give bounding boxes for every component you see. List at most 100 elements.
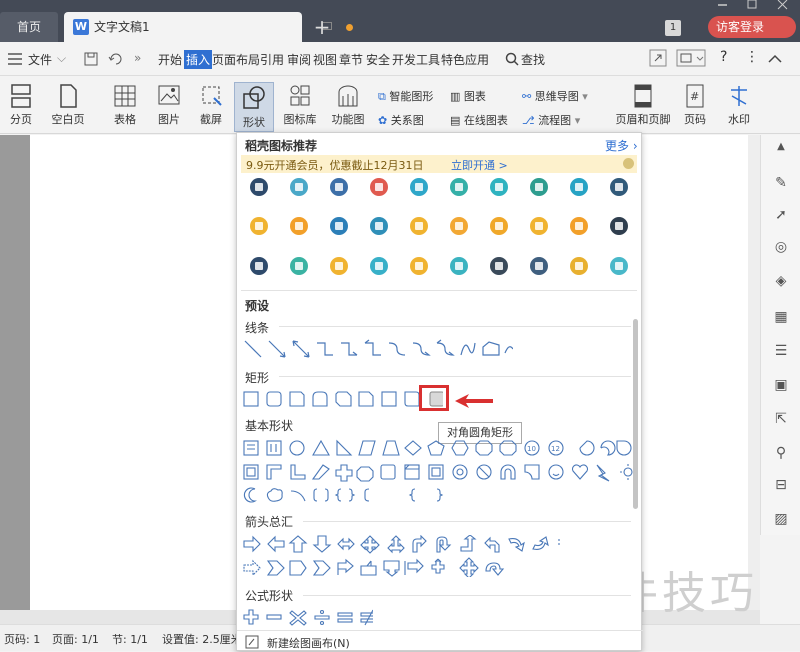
- recommended-icon[interactable]: [570, 217, 588, 235]
- screenshot-button[interactable]: 截屏: [194, 84, 228, 127]
- page-break-button[interactable]: 分页: [4, 84, 38, 127]
- recommended-icon[interactable]: [330, 178, 348, 196]
- menu-search[interactable]: 查找: [521, 51, 545, 68]
- recommended-icon[interactable]: [530, 178, 548, 196]
- menu-view[interactable]: 视图: [313, 51, 337, 68]
- picture-icon[interactable]: ▣: [771, 377, 791, 397]
- recommended-icon[interactable]: [250, 217, 268, 235]
- recommended-icon[interactable]: [490, 217, 508, 235]
- picture-button[interactable]: 图片: [152, 84, 186, 127]
- more-link[interactable]: 更多 ›: [605, 137, 638, 154]
- menu-developer[interactable]: 开发工具: [392, 51, 440, 68]
- hamburger-icon[interactable]: [8, 53, 22, 65]
- recommended-icon[interactable]: [370, 257, 388, 275]
- undo-icon[interactable]: [108, 52, 122, 66]
- shapes-icon[interactable]: ◎: [771, 239, 791, 259]
- tab-home[interactable]: 首页: [0, 12, 58, 42]
- relation-chart-button[interactable]: ✿ 关系图: [378, 112, 424, 128]
- menu-review[interactable]: 审阅: [287, 51, 311, 68]
- collapse-ribbon-icon[interactable]: [768, 54, 782, 64]
- recommended-icon[interactable]: [290, 257, 308, 275]
- smart-art-button[interactable]: ⧉ 智能图形: [378, 88, 433, 104]
- new-tab-button[interactable]: +: [312, 12, 332, 42]
- recommended-icon[interactable]: [410, 178, 428, 196]
- window-count-badge[interactable]: 1: [665, 20, 681, 36]
- menu-security[interactable]: 安全: [366, 51, 390, 68]
- menu-special[interactable]: 特色应用: [441, 51, 489, 68]
- online-chart-button[interactable]: ▤ 在线图表: [450, 112, 508, 128]
- export-icon[interactable]: ⇱: [771, 411, 791, 431]
- close-icon[interactable]: [623, 158, 634, 169]
- mind-map-button[interactable]: ⚯ 思维导图 ▾: [522, 88, 588, 104]
- shape-button[interactable]: 形状: [234, 82, 274, 132]
- promo-link[interactable]: 立即开通 >: [451, 157, 508, 173]
- menu-page-layout[interactable]: 页面布局: [212, 51, 260, 68]
- recommended-icon[interactable]: [250, 178, 268, 196]
- menu-insert[interactable]: 插入: [184, 50, 213, 69]
- recommended-icon[interactable]: [410, 217, 428, 235]
- recommended-icon[interactable]: [610, 217, 628, 235]
- recommended-icon[interactable]: [370, 217, 388, 235]
- search-icon[interactable]: [505, 52, 519, 66]
- formula-shapes-row[interactable]: [243, 609, 373, 627]
- blank-page-button[interactable]: 空白页: [46, 84, 90, 127]
- chart-button[interactable]: ▥ 图表: [450, 88, 486, 104]
- function-chart-button[interactable]: 功能图: [326, 84, 370, 127]
- recommended-icon[interactable]: [450, 178, 468, 196]
- recommended-icon[interactable]: [530, 217, 548, 235]
- table-icon[interactable]: ▦: [771, 309, 791, 329]
- table-button[interactable]: 表格: [108, 84, 142, 127]
- recommended-icon[interactable]: [490, 178, 508, 196]
- recommended-icon[interactable]: [570, 178, 588, 196]
- recommended-icon[interactable]: [290, 217, 308, 235]
- select-cursor-icon[interactable]: ➚: [771, 207, 791, 227]
- menu-section[interactable]: 章节: [339, 51, 363, 68]
- chevron-down-icon[interactable]: ⌵: [57, 51, 66, 66]
- recommended-icon[interactable]: [290, 178, 308, 196]
- recommended-icon[interactable]: [490, 257, 508, 275]
- recommended-icon[interactable]: [330, 257, 348, 275]
- page-number-button[interactable]: # 页码: [678, 84, 712, 127]
- translate-icon[interactable]: ⚲: [771, 445, 791, 465]
- login-button[interactable]: 访客登录: [708, 16, 796, 38]
- recommended-icon[interactable]: [410, 257, 428, 275]
- tab-document[interactable]: W 文字文稿1: [64, 12, 353, 42]
- cloud-sync-icon[interactable]: [676, 49, 706, 67]
- recommended-icon[interactable]: [450, 257, 468, 275]
- share-icon[interactable]: [649, 49, 667, 67]
- menu-reference[interactable]: 引用: [260, 51, 284, 68]
- help-icon[interactable]: ?: [720, 49, 727, 65]
- arrow-shapes-grid[interactable]: [243, 535, 573, 577]
- watermark-button[interactable]: 水印: [722, 84, 756, 127]
- scroll-up-icon[interactable]: ▲: [771, 141, 791, 161]
- archive-icon[interactable]: ⊟: [771, 477, 791, 497]
- save-icon[interactable]: [84, 52, 98, 66]
- new-canvas-option[interactable]: 新建绘图画布(N): [237, 630, 643, 652]
- more-options-icon[interactable]: ⋮: [745, 49, 759, 65]
- menu-start[interactable]: 开始: [158, 51, 182, 68]
- recommended-icon[interactable]: [450, 217, 468, 235]
- bent-up-arrow-shape: [484, 536, 500, 553]
- recommended-icon[interactable]: [610, 257, 628, 275]
- recommended-icon[interactable]: [250, 257, 268, 275]
- recommended-icon[interactable]: [330, 217, 348, 235]
- rect-shapes-row[interactable]: [243, 391, 443, 407]
- image-icon[interactable]: ▨: [771, 511, 791, 531]
- style-icon[interactable]: ◈: [771, 273, 791, 293]
- vertical-scrollbar[interactable]: [748, 135, 760, 610]
- window-controls[interactable]: [700, 0, 800, 12]
- recommended-icon[interactable]: [370, 178, 388, 196]
- icon-library-button[interactable]: 图标库: [282, 84, 318, 127]
- adjust-icon[interactable]: ☰: [771, 343, 791, 363]
- panel-scrollbar[interactable]: [633, 319, 638, 509]
- basic-shapes-grid[interactable]: 10 12: [243, 439, 633, 505]
- edit-icon[interactable]: ✎: [771, 175, 791, 195]
- line-shapes-row[interactable]: [243, 339, 513, 359]
- recommended-icon[interactable]: [610, 178, 628, 196]
- header-footer-button[interactable]: 页眉和页脚: [612, 84, 674, 127]
- menu-file[interactable]: 文件: [28, 51, 52, 68]
- flowchart-button[interactable]: ⎇ 流程图 ▾: [522, 112, 580, 128]
- recommended-icon[interactable]: [570, 257, 588, 275]
- more-icon[interactable]: »: [134, 51, 141, 65]
- recommended-icon[interactable]: [530, 257, 548, 275]
